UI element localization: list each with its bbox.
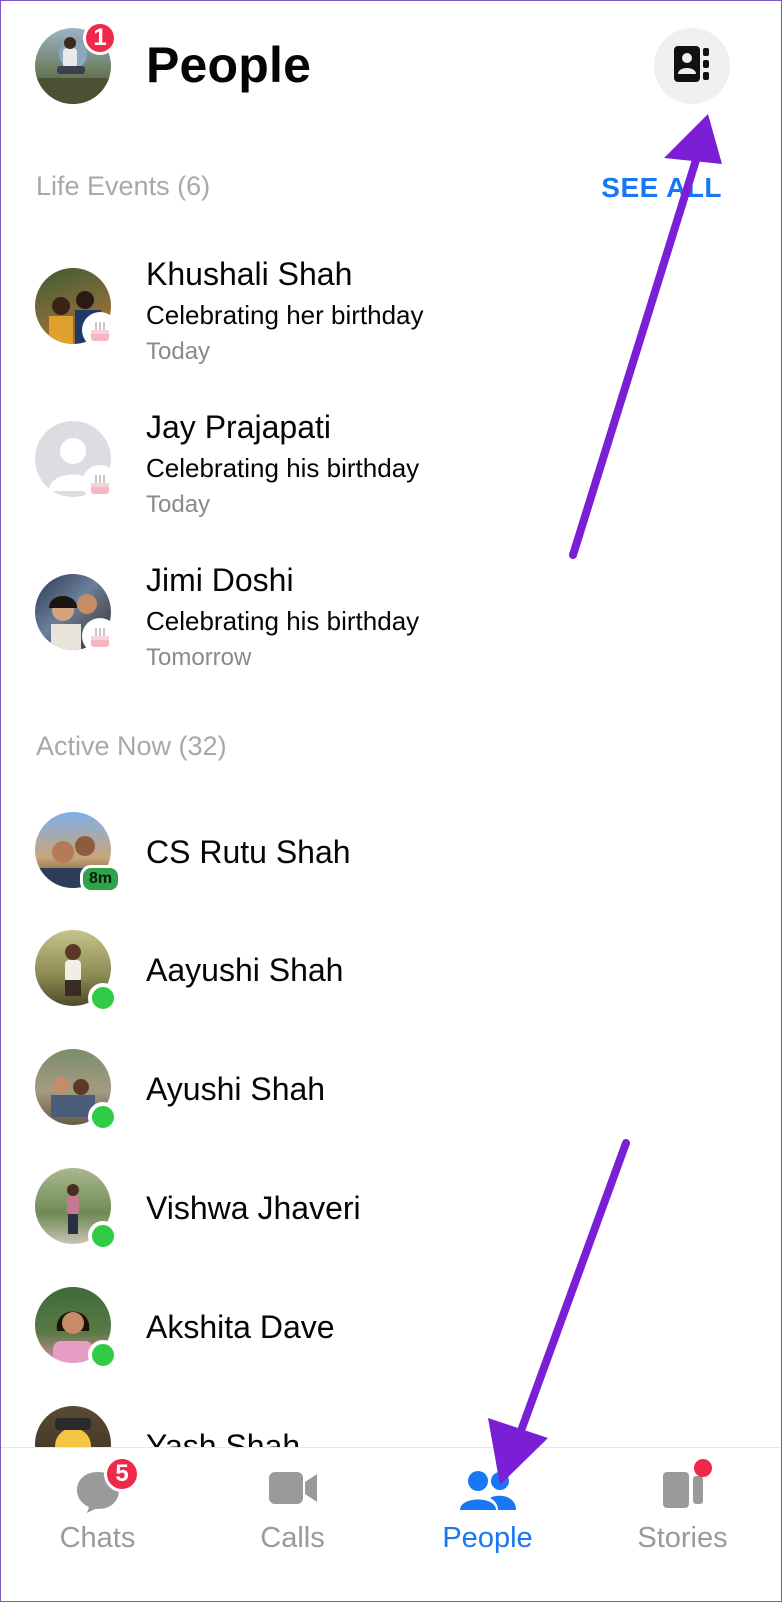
contact-name: Ayushi Shah	[146, 1071, 326, 1107]
contact-name: Aayushi Shah	[146, 952, 344, 988]
nav-chats[interactable]: 5 Chats	[0, 1448, 195, 1603]
birthday-cake-icon	[82, 312, 118, 348]
event-description: Celebrating his birthday	[146, 606, 420, 636]
birthday-cake-icon	[82, 465, 118, 501]
avatar	[35, 1406, 111, 1447]
see-all-link[interactable]: SEE ALL	[601, 172, 722, 204]
video-camera-icon	[267, 1470, 319, 1511]
contacts-book-icon	[672, 45, 712, 87]
nav-label: Stories	[637, 1522, 728, 1554]
event-description: Celebrating his birthday	[146, 453, 420, 483]
people-icon	[458, 1470, 518, 1517]
page-title: People	[146, 37, 312, 93]
chats-unread-badge: 5	[104, 1456, 140, 1492]
contact-name: CS Rutu Shah	[146, 834, 351, 870]
nav-stories[interactable]: Stories	[585, 1448, 780, 1603]
profile-notification-badge: 1	[83, 21, 117, 55]
online-status-indicator	[88, 983, 118, 1013]
life-event-row[interactable]: Khushali Shah Celebrating her birthday T…	[0, 250, 782, 380]
active-contact-row[interactable]: Vishwa Jhaveri	[0, 1168, 782, 1278]
active-contact-row[interactable]: Aayushi Shah	[0, 930, 782, 1040]
stories-new-dot	[694, 1459, 712, 1477]
nav-label: People	[442, 1522, 533, 1554]
nav-label: Calls	[260, 1522, 325, 1554]
active-now-heading: Active Now (32)	[36, 731, 227, 761]
online-status-indicator	[88, 1102, 118, 1132]
event-date: Today	[146, 491, 211, 518]
life-event-row[interactable]: Jay Prajapati Celebrating his birthday T…	[0, 403, 782, 533]
active-contact-row[interactable]: 8m CS Rutu Shah	[0, 812, 782, 922]
contact-name: Akshita Dave	[146, 1309, 335, 1345]
event-description: Celebrating her birthday	[146, 300, 424, 330]
contact-name: Vishwa Jhaveri	[146, 1190, 361, 1226]
active-contact-row[interactable]: Ayushi Shah	[0, 1049, 782, 1159]
stories-icon	[661, 1470, 705, 1515]
contacts-button[interactable]	[654, 28, 730, 104]
contact-name: Yash Shah	[146, 1428, 301, 1447]
bottom-navigation: 5 Chats Calls People Stories	[0, 1447, 782, 1603]
nav-label: Chats	[59, 1522, 136, 1554]
online-status-indicator	[88, 1340, 118, 1370]
birthday-cake-icon	[82, 618, 118, 654]
active-contact-row[interactable]: Yash Shah	[0, 1406, 782, 1447]
online-status-indicator	[88, 1221, 118, 1251]
contact-name: Jay Prajapati	[146, 409, 331, 445]
event-date: Today	[146, 338, 211, 365]
event-date: Tomorrow	[146, 644, 252, 671]
life-events-heading: Life Events (6)	[36, 171, 211, 201]
life-event-row[interactable]: Jimi Doshi Celebrating his birthday Tomo…	[0, 556, 782, 686]
nav-people[interactable]: People	[390, 1448, 585, 1603]
contact-name: Khushali Shah	[146, 256, 353, 292]
header-bar: 1 People	[0, 0, 782, 140]
contact-name: Jimi Doshi	[146, 562, 294, 598]
active-time-badge: 8m	[80, 865, 122, 893]
nav-calls[interactable]: Calls	[195, 1448, 390, 1603]
active-contact-row[interactable]: Akshita Dave	[0, 1287, 782, 1397]
